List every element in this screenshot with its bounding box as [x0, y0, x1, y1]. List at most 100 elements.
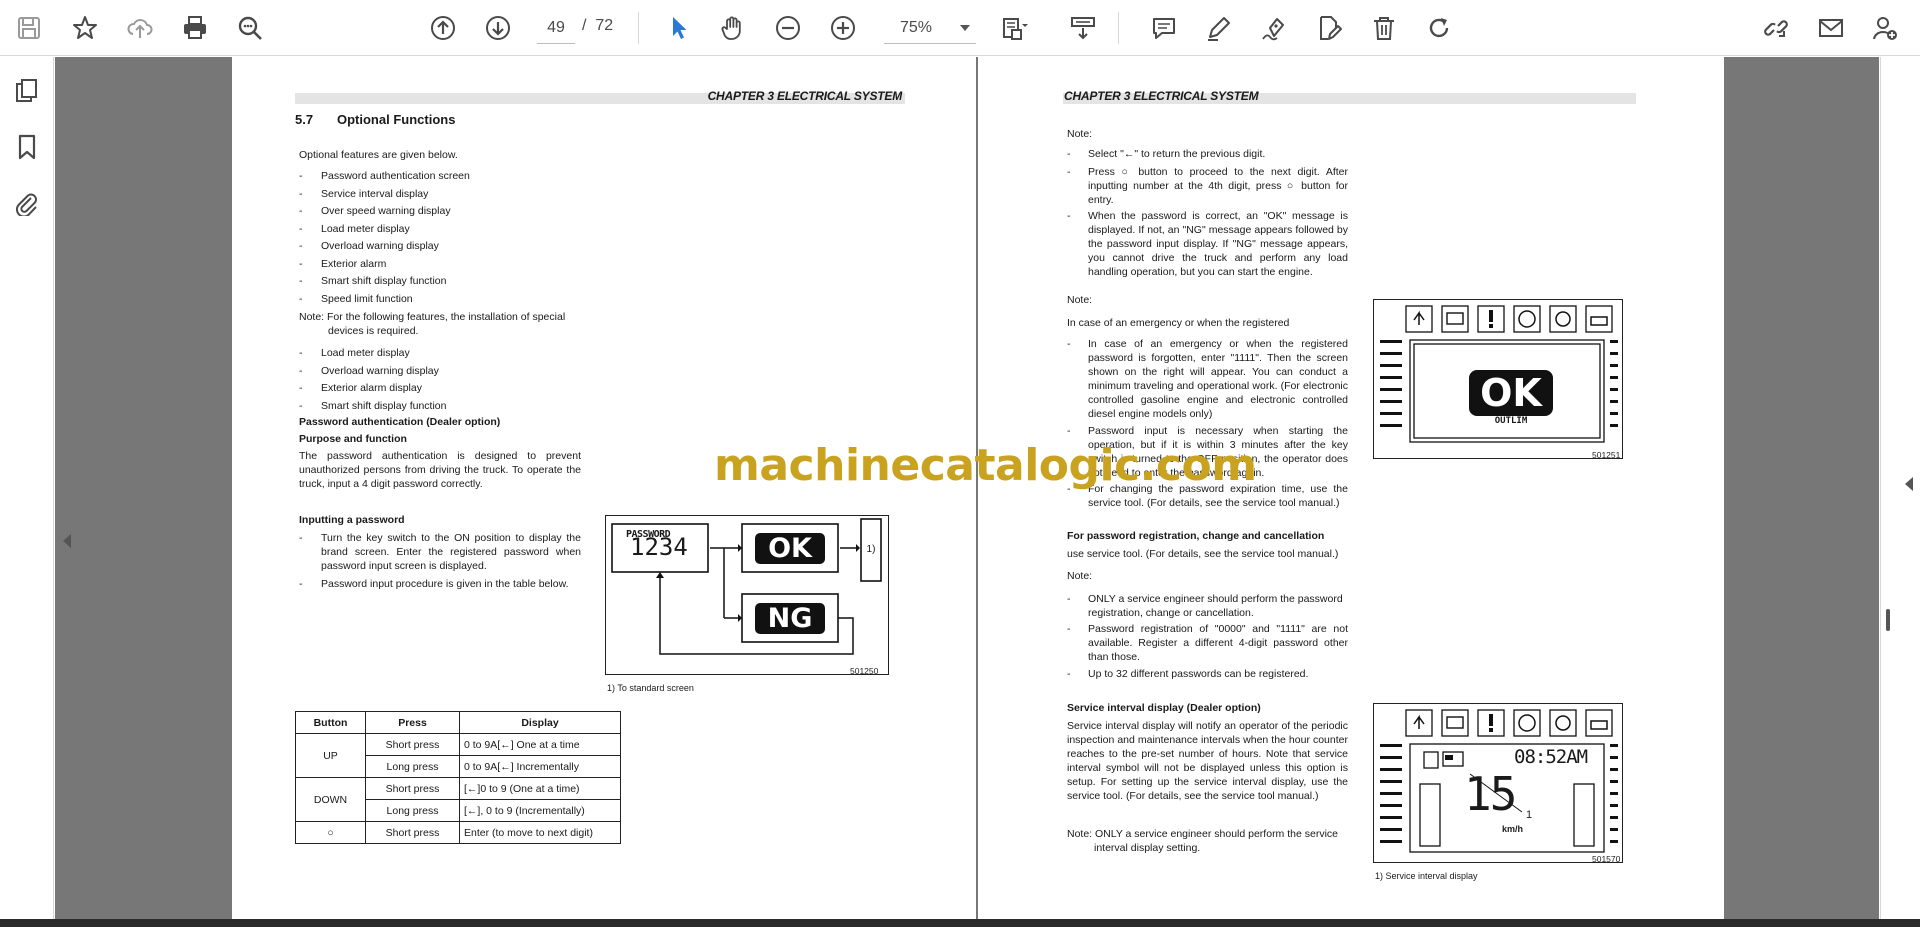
hand-icon[interactable]: [714, 9, 752, 47]
page-number-input[interactable]: 49: [537, 12, 575, 44]
table-cell-display: 0 to 9A[←] One at a time: [459, 733, 621, 756]
note-item: Up to 32 different passwords can be regi…: [1088, 668, 1309, 680]
star-icon[interactable]: [66, 9, 104, 47]
redo-icon[interactable]: [1420, 9, 1458, 47]
note-item: ONLY a service engineer should perform t…: [1088, 593, 1343, 619]
print-icon[interactable]: [176, 9, 214, 47]
main-toolbar: 49 / 72 75%: [0, 0, 1920, 56]
reg-heading: For password registration, change and ca…: [1067, 530, 1325, 542]
pen-icon[interactable]: [1200, 9, 1238, 47]
ok-display-figure: OK OUTLIM 501251: [1373, 299, 1623, 460]
table-row: ○ Short press Enter (to move to next dig…: [295, 821, 621, 844]
list-dash: -: [299, 205, 303, 217]
table-cell-display: Enter (to move to next digit): [459, 821, 621, 844]
chevron-down-icon: [960, 25, 970, 31]
table-header: Press: [365, 711, 460, 734]
page-count-label: / 72: [582, 17, 613, 35]
list-item: Exterior alarm display: [321, 382, 422, 394]
note-item: Password registration of "0000" and "111…: [1088, 623, 1348, 663]
bottom-status-bar: [0, 919, 1920, 927]
page-fit-icon[interactable]: [995, 9, 1033, 47]
save-icon[interactable]: [10, 9, 48, 47]
zoom-out-icon[interactable]: [769, 9, 807, 47]
service-time: 08:52AM: [1514, 746, 1588, 768]
ng-screen: NG: [767, 603, 813, 634]
scrollbar-thumb[interactable]: [1886, 609, 1890, 631]
table-cell-display: [←]0 to 9 (One at a time): [459, 777, 621, 800]
note-label: Note:: [1067, 570, 1093, 582]
cloud-upload-icon[interactable]: [121, 9, 159, 47]
chapter-header: CHAPTER 3 ELECTRICAL SYSTEM: [707, 89, 903, 103]
expand-right-panel-icon[interactable]: [1905, 477, 1913, 491]
trash-icon[interactable]: [1365, 9, 1403, 47]
list-item: Load meter display: [321, 347, 410, 359]
table-cell-button: UP: [295, 733, 366, 778]
select-cursor-icon[interactable]: [660, 9, 698, 47]
list-dash: -: [299, 187, 303, 200]
list-dash: -: [299, 578, 303, 590]
attachment-icon[interactable]: [10, 186, 44, 220]
reg-text: use service tool. (For details, see the …: [1067, 548, 1339, 560]
table-header-row: Button Press Display: [295, 711, 621, 734]
note-item: Select "←" to return the previous digit.: [1088, 148, 1266, 160]
callout-label: 1): [866, 544, 876, 555]
list-dash: -: [1067, 593, 1071, 605]
note-text-cont: devices is required.: [328, 325, 419, 337]
note-label: Note:: [1067, 294, 1093, 306]
table-header: Display: [459, 711, 621, 734]
list-item: Smart shift display function: [321, 399, 447, 412]
page-up-icon[interactable]: [424, 9, 462, 47]
note-item: In case of an emergency or when the regi…: [1088, 338, 1348, 420]
zoom-in-icon[interactable]: [824, 9, 862, 47]
ok-display-text: OK: [1480, 371, 1542, 415]
sign-icon[interactable]: [1255, 9, 1293, 47]
figure-caption: 1) Service interval display: [1375, 871, 1478, 881]
page-separator: /: [582, 17, 587, 34]
list-item: Speed limit function: [321, 292, 413, 305]
svc-note-cont: interval display setting.: [1094, 842, 1201, 854]
figure-number: 501570: [1592, 854, 1621, 864]
emergency-text: In case of an emergency or when the regi…: [1067, 317, 1290, 329]
section-number: 5.7: [295, 112, 314, 127]
pages-icon[interactable]: [10, 74, 44, 108]
list-dash: -: [1067, 166, 1071, 178]
note-label: Note:: [1067, 128, 1093, 140]
scroll-mode-icon[interactable]: [1064, 9, 1102, 47]
list-dash: -: [1067, 338, 1071, 350]
table-cell-display: 0 to 9A[←] Incrementally: [459, 755, 621, 778]
chapter-header: CHAPTER 3 ELECTRICAL SYSTEM: [1064, 89, 1259, 103]
input-step: Password input procedure is given in the…: [321, 578, 569, 590]
service-interval-figure: 08:52AM 15 km/h 1 501570: [1373, 703, 1623, 864]
zoom-select[interactable]: 75%: [884, 12, 976, 44]
list-dash: -: [299, 275, 303, 287]
share-link-icon[interactable]: [1757, 9, 1795, 47]
table-row: DOWN Short press [←]0 to 9 (One at a tim…: [295, 777, 621, 822]
table-cell-press: Short press: [365, 777, 460, 800]
list-dash: -: [299, 382, 303, 394]
list-dash: -: [299, 292, 303, 305]
add-user-icon[interactable]: [1866, 9, 1904, 47]
figure-number: 501251: [1592, 450, 1621, 460]
page-down-icon[interactable]: [479, 9, 517, 47]
svc-heading: Service interval display (Dealer option): [1067, 702, 1261, 714]
toolbar-divider: [638, 12, 639, 44]
bookmark-icon[interactable]: [10, 130, 44, 164]
list-dash: -: [299, 399, 303, 412]
right-panel: [1880, 57, 1920, 927]
section-title: Optional Functions: [337, 112, 456, 127]
list-item: Load meter display: [321, 222, 410, 235]
input-heading: Inputting a password: [299, 514, 405, 526]
comment-icon[interactable]: [1145, 9, 1183, 47]
collapse-left-panel-icon[interactable]: [63, 534, 71, 548]
table-cell-button: ○: [295, 821, 366, 844]
edit-doc-icon[interactable]: [1310, 9, 1348, 47]
list-dash: -: [299, 240, 303, 252]
zoom-icon[interactable]: [231, 9, 269, 47]
figure-number: 501250: [850, 666, 879, 676]
input-step: Turn the key switch to the ON position t…: [321, 532, 581, 572]
purpose-heading: Purpose and function: [299, 433, 407, 445]
service-speed: 15: [1464, 767, 1517, 821]
list-dash: -: [299, 257, 303, 270]
list-dash: -: [299, 170, 303, 182]
mail-icon[interactable]: [1812, 9, 1850, 47]
